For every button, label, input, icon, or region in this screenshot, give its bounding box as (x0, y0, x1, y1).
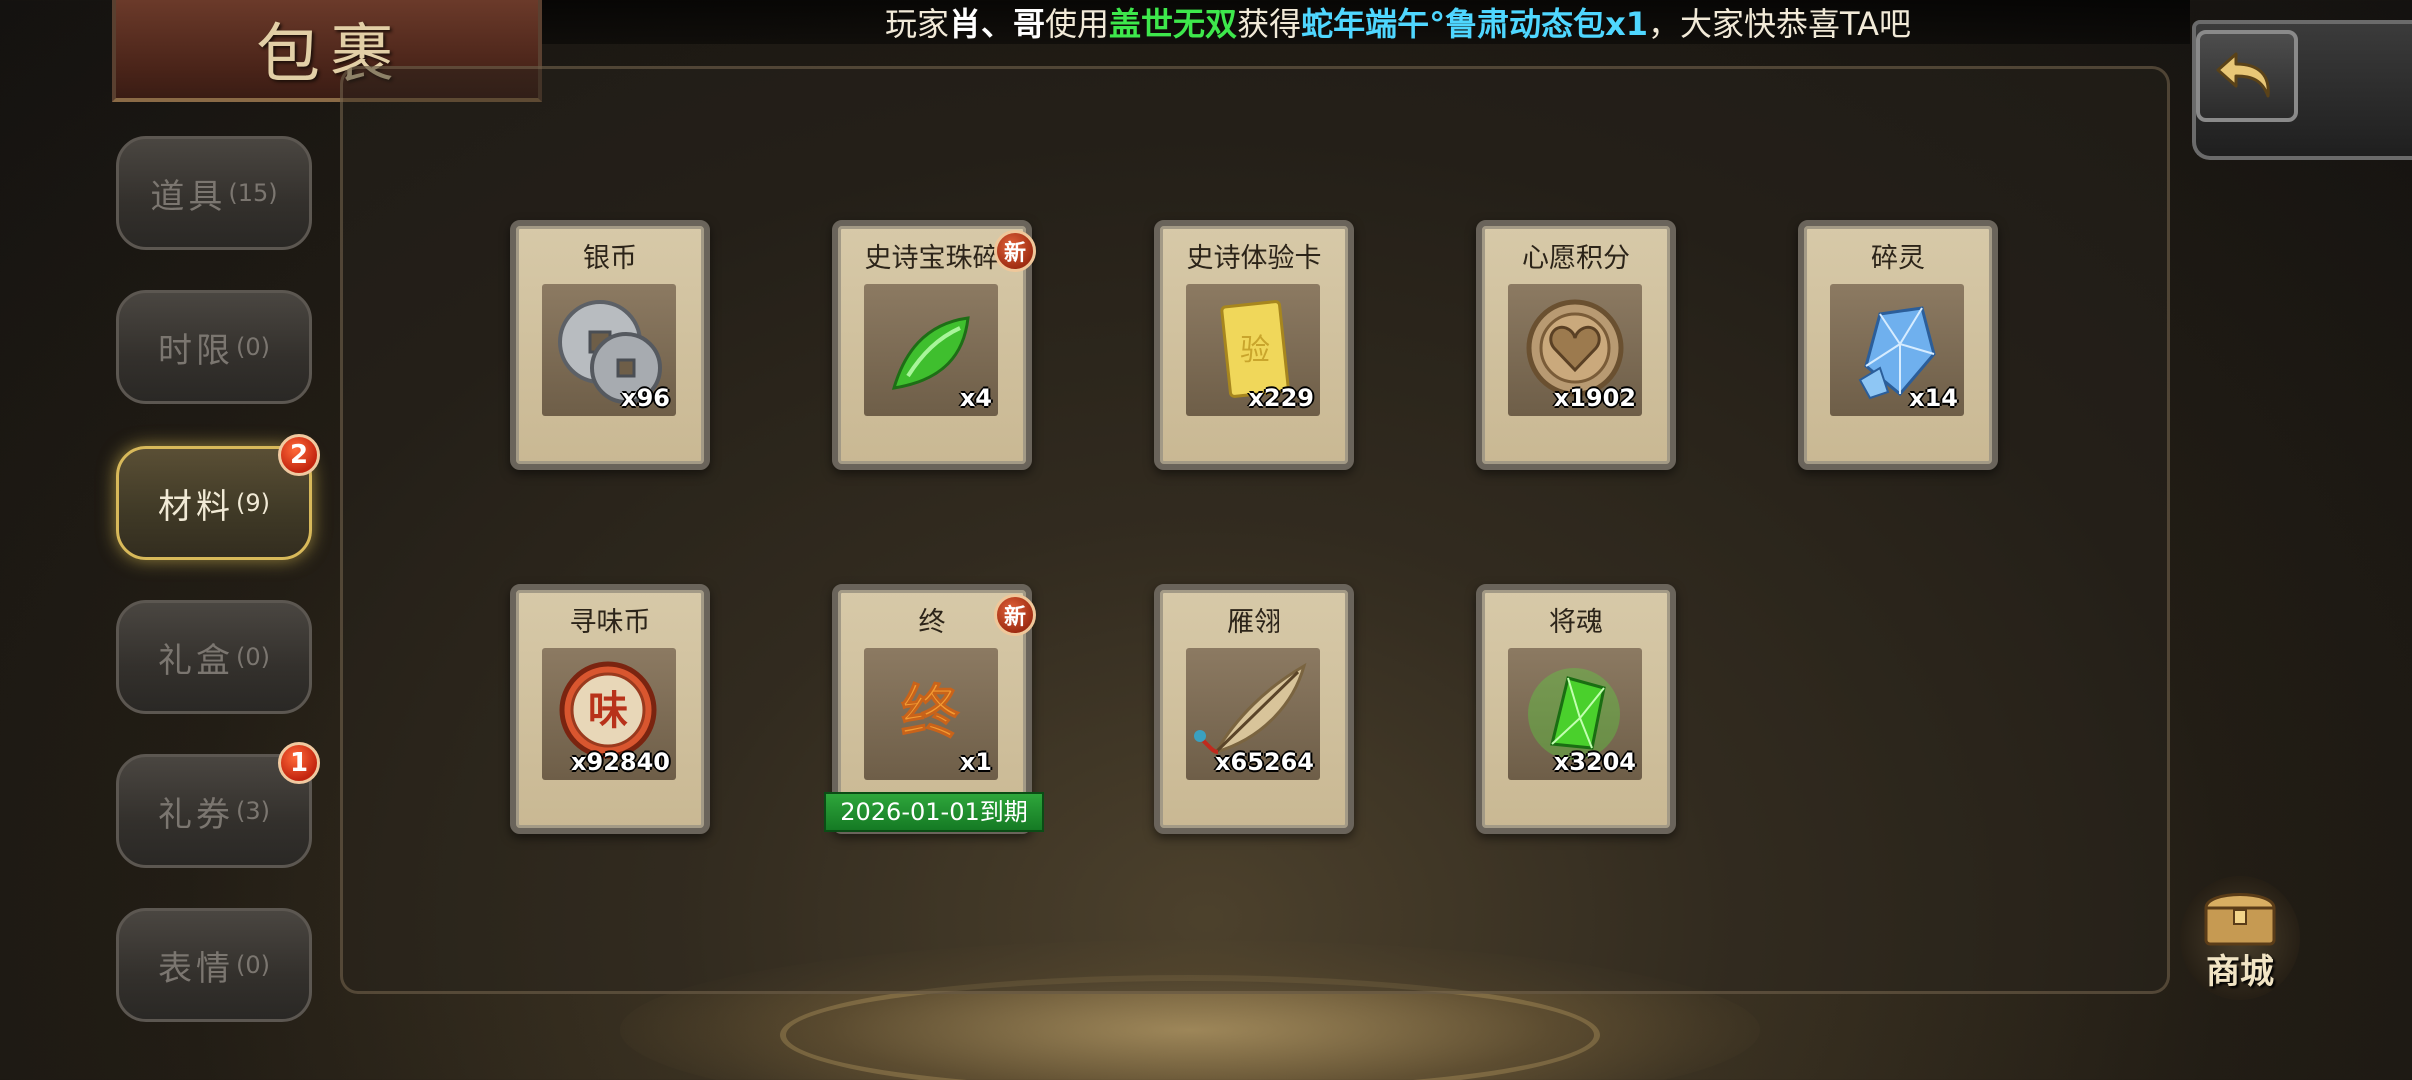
ticker-text-4: ，大家快恭喜TA吧 (1648, 5, 1911, 43)
item-quantity: x1902 (1553, 384, 1636, 412)
tab-label: 礼盒 (158, 640, 234, 681)
item-card-silver-coin[interactable]: 银币 x96 (510, 220, 710, 470)
tab-giftboxes[interactable]: 礼盒 (0) (116, 600, 312, 714)
item-quantity: x65264 (1215, 748, 1314, 776)
item-card-epic-orb-shard[interactable]: 史诗宝珠碎 x4 新 (832, 220, 1036, 470)
item-card-general-soul[interactable]: 将魂 x3204 (1476, 584, 1676, 834)
expiry-label: 2026-01-01到期 (824, 792, 1044, 832)
item-slot: 验 x229 (1186, 284, 1320, 416)
tab-items[interactable]: 道具 (15) (116, 136, 312, 250)
svg-text:味: 味 (588, 688, 628, 734)
item-slot: x4 (864, 284, 998, 416)
tab-count: (15) (228, 179, 278, 207)
tab-count: (3) (236, 797, 270, 825)
item-name: 寻味币 (569, 607, 651, 638)
item-slot: x14 (1830, 284, 1964, 416)
item-card-wish-points[interactable]: 心愿积分 x1902 (1476, 220, 1676, 470)
item-name: 史诗体验卡 (1186, 243, 1322, 274)
ticker-player: 肖、哥 (949, 5, 1046, 43)
tab-label: 材料 (158, 486, 234, 527)
item-name: 心愿积分 (1522, 243, 1630, 274)
ticker-source: 盖世无双 (1109, 5, 1238, 43)
broadcast-ticker: 玩家 肖、哥 使用 盖世无双 获得 蛇年端午°鲁肃动态包x1 ，大家快恭喜TA吧 (540, 0, 2190, 44)
inventory-panel (340, 66, 2170, 994)
tab-label: 礼券 (158, 794, 234, 835)
item-quantity: x4 (959, 384, 992, 412)
ticker-text-3: 获得 (1237, 5, 1302, 43)
back-arrow-icon (2216, 52, 2270, 98)
item-name: 碎灵 (1871, 243, 1925, 274)
item-name: 将魂 (1549, 607, 1603, 638)
item-quantity: x229 (1248, 384, 1314, 412)
item-card-goose-feather[interactable]: 雁翎 x65264 (1154, 584, 1354, 834)
tab-count: (0) (236, 333, 270, 361)
item-slot: x3204 (1508, 648, 1642, 780)
item-card-spirit-shard[interactable]: 碎灵 x14 (1798, 220, 1998, 470)
tab-emotes[interactable]: 表情 (0) (116, 908, 312, 1022)
coupons-badge: 1 (278, 742, 320, 784)
tab-count: (0) (236, 643, 270, 671)
item-card-taste-coin[interactable]: 寻味币 味 x92840 (510, 584, 710, 834)
ticker-reward: 蛇年端午°鲁肃动态包x1 (1301, 5, 1648, 43)
tab-timed[interactable]: 时限 (0) (116, 290, 312, 404)
treasure-chest-icon (2204, 892, 2276, 945)
svg-text:终: 终 (901, 678, 960, 746)
item-quantity: x3204 (1553, 748, 1636, 776)
item-quantity: x92840 (571, 748, 670, 776)
item-card-epic-trial-card[interactable]: 史诗体验卡 验 x229 (1154, 220, 1354, 470)
tab-label: 道具 (150, 176, 227, 217)
tab-label: 时限 (158, 330, 234, 371)
tab-count: (9) (236, 489, 270, 517)
item-quantity: x1 (959, 748, 992, 776)
item-quantity: x96 (621, 384, 670, 412)
item-quantity: x14 (1909, 384, 1958, 412)
new-badge: 新 (994, 230, 1036, 272)
item-slot: 终 x1 (864, 648, 998, 780)
item-slot: 味 x92840 (542, 648, 676, 780)
new-badge: 新 (994, 594, 1036, 636)
item-name: 雁翎 (1227, 607, 1281, 638)
tab-count: (0) (236, 951, 270, 979)
materials-badge: 2 (278, 434, 320, 476)
tab-label: 表情 (158, 948, 234, 989)
back-button[interactable] (2196, 30, 2298, 122)
item-slot: x65264 (1186, 648, 1320, 780)
ticker-text-1: 玩家 (885, 5, 950, 43)
item-slot: x1902 (1508, 284, 1642, 416)
shop-button[interactable]: 商城 (2180, 876, 2300, 1000)
item-slot: x96 (542, 284, 676, 416)
ticker-text-2: 使用 (1045, 5, 1110, 43)
item-card-zhong[interactable]: 终 终 x1 新 2026-01-01到期 (824, 584, 1044, 834)
shop-label: 商城 (2206, 951, 2274, 992)
item-name: 银币 (583, 243, 637, 274)
svg-text:验: 验 (1240, 333, 1270, 368)
